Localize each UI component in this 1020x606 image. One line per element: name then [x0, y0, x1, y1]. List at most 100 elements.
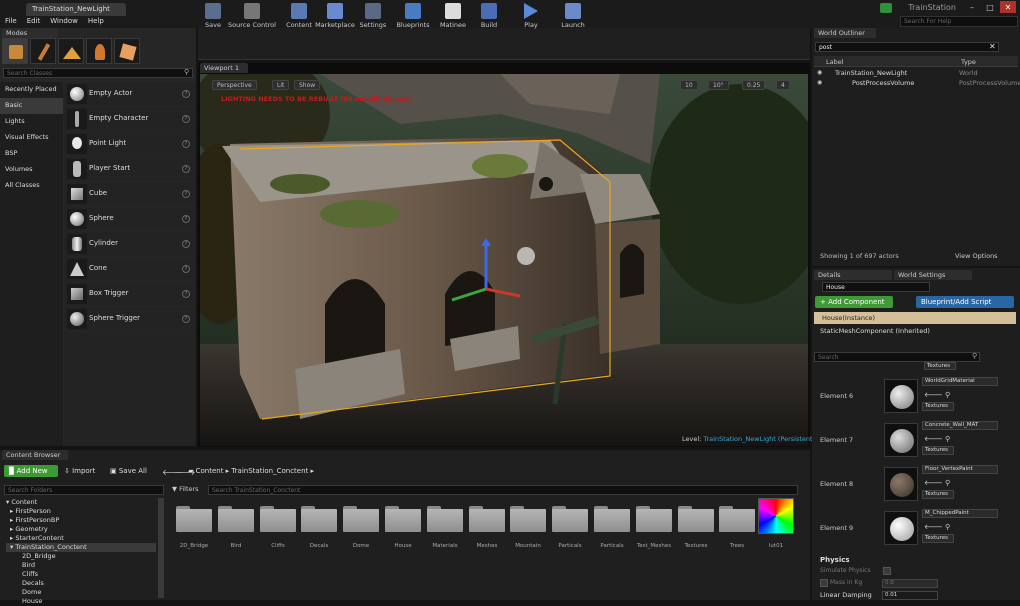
close-icon[interactable]: ✕ [1000, 1, 1016, 13]
tree-item[interactable]: ▸ Geometry [6, 525, 156, 534]
tree-item[interactable]: ▸ FirstPerson [6, 507, 156, 516]
material-thumbnail[interactable] [884, 467, 918, 501]
tree-item[interactable]: 2D_Bridge [6, 552, 156, 561]
show-button[interactable]: Show [294, 80, 321, 90]
menu-file[interactable]: File [0, 16, 22, 28]
list-item[interactable]: Empty Actor? [64, 82, 196, 107]
folder-tile[interactable] [176, 506, 212, 532]
use-selected-icon[interactable]: 🡐 ⚲ [924, 434, 950, 443]
list-item[interactable]: Point Light? [64, 132, 196, 157]
menu-edit[interactable]: Edit [22, 16, 46, 28]
content-search-input[interactable]: Search TrainStation_Conctent [208, 485, 798, 495]
instance-row[interactable]: House(Instance) [814, 312, 1016, 324]
content-button[interactable]: Content [285, 2, 313, 32]
list-item[interactable]: Sphere? [64, 207, 196, 232]
lut-texture-thumbnail[interactable] [758, 498, 794, 534]
maximize-icon[interactable]: □ [982, 1, 998, 13]
help-icon[interactable]: ? [182, 165, 190, 173]
filters-button[interactable]: ▼ Filters [172, 485, 199, 493]
category-lights[interactable]: Lights [0, 114, 63, 130]
folder-tile[interactable] [260, 506, 296, 532]
list-item[interactable]: Box Trigger? [64, 282, 196, 307]
category-bsp[interactable]: BSP [0, 146, 63, 162]
folder-tile[interactable] [218, 506, 254, 532]
help-icon[interactable]: ? [182, 190, 190, 198]
simulate-physics-checkbox[interactable] [883, 567, 891, 575]
tree-item[interactable]: ▸ StarterContent [6, 534, 156, 543]
landscape-mode-icon[interactable] [58, 38, 84, 64]
use-selected-icon[interactable]: 🡐 ⚲ [924, 522, 950, 531]
textures-dropdown[interactable]: Textures [922, 534, 954, 543]
tree-item[interactable]: Cliffs [6, 570, 156, 579]
folder-tile[interactable] [343, 506, 379, 532]
textures-dropdown[interactable]: Textures [922, 402, 954, 411]
tree-item[interactable]: Bird [6, 561, 156, 570]
list-item[interactable]: Empty Character? [64, 107, 196, 132]
tree-item[interactable]: ▾ Content [6, 498, 156, 507]
category-basic[interactable]: Basic [0, 98, 63, 114]
category-all-classes[interactable]: All Classes [0, 178, 63, 194]
details-search-input[interactable]: Search [814, 352, 980, 362]
folder-tile[interactable] [510, 506, 546, 532]
folder-tile[interactable] [427, 506, 463, 532]
material-dropdown[interactable]: Floor_VertexPaint [922, 465, 998, 474]
scale-snap-button[interactable]: 0.25 [742, 80, 766, 90]
help-icon[interactable]: ? [182, 140, 190, 148]
add-new-button[interactable]: ▉ Add New [4, 465, 58, 477]
tree-item[interactable]: ▸ FirstPersonBP [6, 516, 156, 525]
help-icon[interactable]: ? [182, 265, 190, 273]
textures-dropdown[interactable]: Textures [922, 446, 954, 455]
help-search-input[interactable]: Search For Help [900, 16, 1018, 27]
help-icon[interactable]: ? [182, 315, 190, 323]
tree-item[interactable]: House [6, 597, 156, 606]
save-button[interactable]: Save [200, 2, 226, 32]
table-row[interactable]: ◉ TrainStation_NewLight World [814, 68, 1018, 78]
menu-window[interactable]: Window [45, 16, 83, 28]
rotation-snap-button[interactable]: 10° [708, 80, 729, 90]
list-item[interactable]: Sphere Trigger? [64, 307, 196, 332]
menu-help[interactable]: Help [83, 16, 109, 28]
visibility-icon[interactable]: ◉ [817, 79, 822, 86]
folder-tile[interactable] [301, 506, 337, 532]
blueprint-add-script-button[interactable]: Blueprint/Add Script [916, 296, 1014, 308]
paint-mode-icon[interactable] [30, 38, 56, 64]
component-row[interactable]: StaticMeshComponent (Inherited) [820, 327, 930, 335]
view-mode-button[interactable]: Perspective [212, 80, 257, 90]
material-dropdown[interactable]: Concrete_Wall_MAT [922, 421, 998, 430]
outliner-search-input[interactable]: post [815, 42, 999, 52]
mass-override-checkbox[interactable] [820, 579, 828, 587]
grid-snap-button[interactable]: 10 [680, 80, 698, 90]
camera-speed-button[interactable]: 4 [776, 80, 790, 90]
tab-world-settings[interactable]: World Settings [894, 270, 972, 280]
category-volumes[interactable]: Volumes [0, 162, 63, 178]
breadcrumb-content[interactable]: Content [196, 467, 224, 475]
use-selected-icon[interactable]: 🡐 ⚲ [924, 390, 950, 399]
matinee-button[interactable]: Matinee [439, 2, 467, 32]
actor-name-field[interactable]: House [822, 282, 930, 292]
search-classes-input[interactable]: Search Classes [3, 68, 193, 78]
import-button[interactable]: ⇩ Import [64, 467, 95, 475]
table-row[interactable]: ◉ PostProcessVolume PostProcessVolume [814, 78, 1020, 88]
launch-button[interactable]: Launch [560, 2, 586, 32]
settings-button[interactable]: Settings [358, 2, 388, 32]
list-item[interactable]: Cube? [64, 182, 196, 207]
help-icon[interactable]: ? [182, 215, 190, 223]
tab-viewport[interactable]: Viewport 1 [200, 63, 248, 73]
material-dropdown[interactable]: WorldGridMaterial [922, 377, 998, 386]
material-thumbnail[interactable] [884, 423, 918, 457]
material-thumbnail[interactable] [884, 511, 918, 545]
tree-item[interactable]: Dome [6, 588, 156, 597]
folder-tree-scrollbar[interactable] [158, 498, 164, 598]
help-icon[interactable]: ? [182, 115, 190, 123]
textures-dropdown[interactable]: Textures [922, 490, 954, 499]
tab-modes[interactable]: Modes [2, 28, 58, 38]
blueprints-button[interactable]: Blueprints [396, 2, 430, 32]
material-thumbnail[interactable] [884, 379, 918, 413]
list-item[interactable]: Player Start? [64, 157, 196, 182]
marketplace-button[interactable]: Marketplace [315, 2, 355, 32]
list-item[interactable]: Cone? [64, 257, 196, 282]
folder-tile[interactable] [594, 506, 630, 532]
mass-field[interactable]: 0.0 [882, 579, 938, 588]
help-icon[interactable]: ? [182, 90, 190, 98]
document-tab[interactable]: TrainStation_NewLight [26, 3, 126, 16]
